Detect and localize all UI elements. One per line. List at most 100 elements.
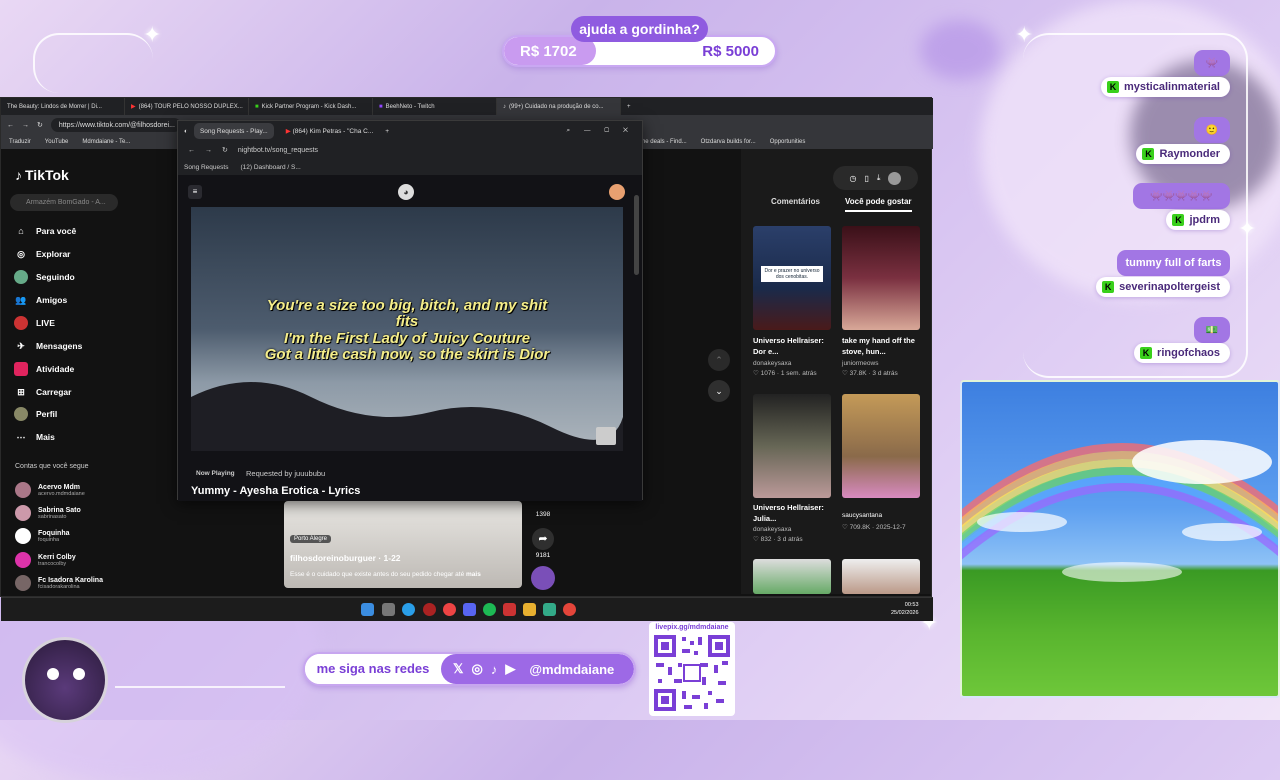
tiktok-logo[interactable]: ♪ TikTok [15,167,69,183]
scrollbar[interactable] [634,195,639,275]
nav-para-voce[interactable]: ⌂ Para você [14,224,76,238]
video-player[interactable]: You're a size too big, bitch, and my shi… [191,207,623,451]
suggestion-author[interactable]: donakeysaxa [753,525,791,535]
youtube-icon: ▶ [285,128,291,135]
chrome-icon[interactable] [563,603,576,616]
bookmark-item[interactable]: Traduzir [9,139,31,145]
search-input[interactable]: Armazém BomGado - A... [10,194,118,211]
following-item[interactable]: Kerri Colby trancocolby [15,552,76,568]
nav-atividade[interactable]: Atividade [14,362,74,376]
clock[interactable]: 00:53 25/02/2026 [891,601,919,617]
reload-icon[interactable]: ↻ [222,146,228,154]
bookmark-item[interactable]: Song Requests [184,164,228,171]
download-icon[interactable]: ⤓ [877,173,881,183]
suggestion-thumbnail[interactable]: Dor e prazer no universo dos cenobitas. [753,226,831,330]
more-link[interactable]: mais [466,571,481,578]
tab-you-may-like[interactable]: Você pode gostar [845,197,912,212]
nightbot-body: ≡ ◕ You're a size too big, bitch, and my… [178,175,642,501]
nav-amigos[interactable]: 👥 Amigos [14,293,67,307]
suggestion-author[interactable]: saucysantana [842,511,882,521]
nav-live[interactable]: LIVE [14,316,55,330]
avatar [15,482,31,498]
suggestion-author[interactable]: juniormeows [842,359,879,369]
suggestion-thumbnail[interactable] [753,559,831,594]
popup-tab[interactable]: ▶ (864) Kim Petras - "Cha C... [280,123,380,139]
browser-tab[interactable]: ■ Kick Partner Program - Kick Dash... [249,98,373,115]
bookmark-item[interactable]: Otzdarva builds for... [701,139,756,145]
taskview-icon[interactable] [382,603,395,616]
sound-avatar[interactable] [531,566,555,590]
app-icon[interactable] [443,603,456,616]
browser-tab-active[interactable]: ♪ (99+) Cuidado na produção de co... [497,98,621,115]
nav-perfil[interactable]: Perfil [14,407,57,421]
chat-emote: 👾👾👾👾👾 [1133,183,1230,209]
tiktok-video[interactable]: Porto Alegre filhosdoreinoburguer · 1-22… [284,501,522,588]
new-tab-button[interactable]: + [621,98,641,115]
social-handle: @mdmdaiane [529,661,615,677]
video-user-link[interactable]: filhosdoreinoburguer [290,553,376,563]
share-icon[interactable]: ➦ [532,528,554,550]
suggestion-thumbnail[interactable] [842,559,920,594]
browser-tab[interactable]: The Beauty: Lindos de Morrer | Di... [1,98,125,115]
avatar[interactable] [888,171,902,185]
following-item[interactable]: Foquinha foquinha [15,528,70,544]
video-actions: ◷ ▯ ⤓ [833,166,918,190]
start-icon[interactable] [361,603,374,616]
browser-tab[interactable]: ▶ (864) TOUR PELO NOSSO DUPLEX... [125,98,249,115]
suggestion-thumbnail[interactable] [753,394,831,498]
app-icon[interactable] [423,603,436,616]
forward-icon[interactable]: → [205,147,212,154]
tiktok-right-panel: ◷ ▯ ⤓ Comentários Você pode gostar Dor e p… [741,149,931,594]
new-tab-button[interactable]: + [385,128,389,135]
scroll-down-icon[interactable]: ⌄ [708,380,730,402]
avatar[interactable] [609,184,625,200]
following-item[interactable]: Sabrina Sato sabrinasato [15,505,81,521]
nav-seguindo[interactable]: Seguindo [14,270,75,284]
suggestion-author[interactable]: donakeysaxa [753,359,791,369]
suggestion-thumbnail[interactable] [842,394,920,498]
nav-mensagens[interactable]: ✈ Mensagens [14,339,82,353]
following-item[interactable]: Acervo Mdm acervo.mdmdaiane [15,482,85,498]
window-controls[interactable]: ⌕ — ▢ ✕ [567,127,634,135]
scroll-up-icon[interactable]: ⌃ [708,349,730,371]
tab-comments[interactable]: Comentários [771,197,820,206]
popup-tab-bar: ◐ Song Requests - Play... ▶ (864) Kim Pe… [178,121,642,141]
likes-count: 1398 [535,511,551,518]
back-icon[interactable]: ← [188,147,195,154]
live-icon [14,316,28,330]
chat-user-tag: Kseverinapoltergeist [1096,277,1230,297]
suggestion-title[interactable]: take my hand off the stove, hun... [842,335,926,357]
nav-explorar[interactable]: ◎ Explorar [14,247,70,261]
forward-icon[interactable]: → [22,122,29,129]
folder-icon[interactable] [523,603,536,616]
suggestion-title[interactable]: Universo Hellraiser: Julia... [753,502,837,524]
bookmark-item[interactable]: Mdmdaiane - Te... [82,139,130,145]
edge-icon[interactable] [402,603,415,616]
clock-icon[interactable]: ◷ [850,174,857,183]
compass-icon: ◎ [17,248,25,259]
popup-address-bar: ← → ↻ nightbot.tv/song_requests [178,141,642,159]
suggestion-thumbnail[interactable] [842,226,920,330]
bookmark-item[interactable]: YouTube [45,139,69,145]
lyric-line: fits [395,313,419,330]
menu-icon[interactable]: ≡ [188,185,202,199]
phone-icon[interactable]: ▯ [865,174,869,183]
suggestion-title[interactable]: Universo Hellraiser: Dor e... [753,335,837,357]
app-icon[interactable] [543,603,556,616]
popup-tab-active[interactable]: Song Requests - Play... [193,123,274,139]
app-icon[interactable] [503,603,516,616]
nav-mais[interactable]: ⋯ Mais [14,430,55,444]
url-input[interactable]: https://www.tiktok.com/@filhosdorei... [50,118,181,132]
discord-icon[interactable] [463,603,476,616]
spotify-icon[interactable] [483,603,496,616]
back-icon[interactable]: ← [7,122,14,129]
follow-label: me siga nas redes [305,654,441,684]
following-item[interactable]: Fc Isadora Karolina fcisadorakarolina [15,575,103,591]
nav-carregar[interactable]: ⊞ Carregar [14,385,71,399]
bookmark-item[interactable]: Opportunities [770,139,806,145]
reload-icon[interactable]: ↻ [37,121,43,129]
popup-url[interactable]: nightbot.tv/song_requests [238,147,318,154]
cat-mascot-icon [22,637,108,723]
bookmark-item[interactable]: (12) Dashboard / S... [240,164,300,171]
browser-tab[interactable]: ■ BeehNeto - Twitch [373,98,497,115]
